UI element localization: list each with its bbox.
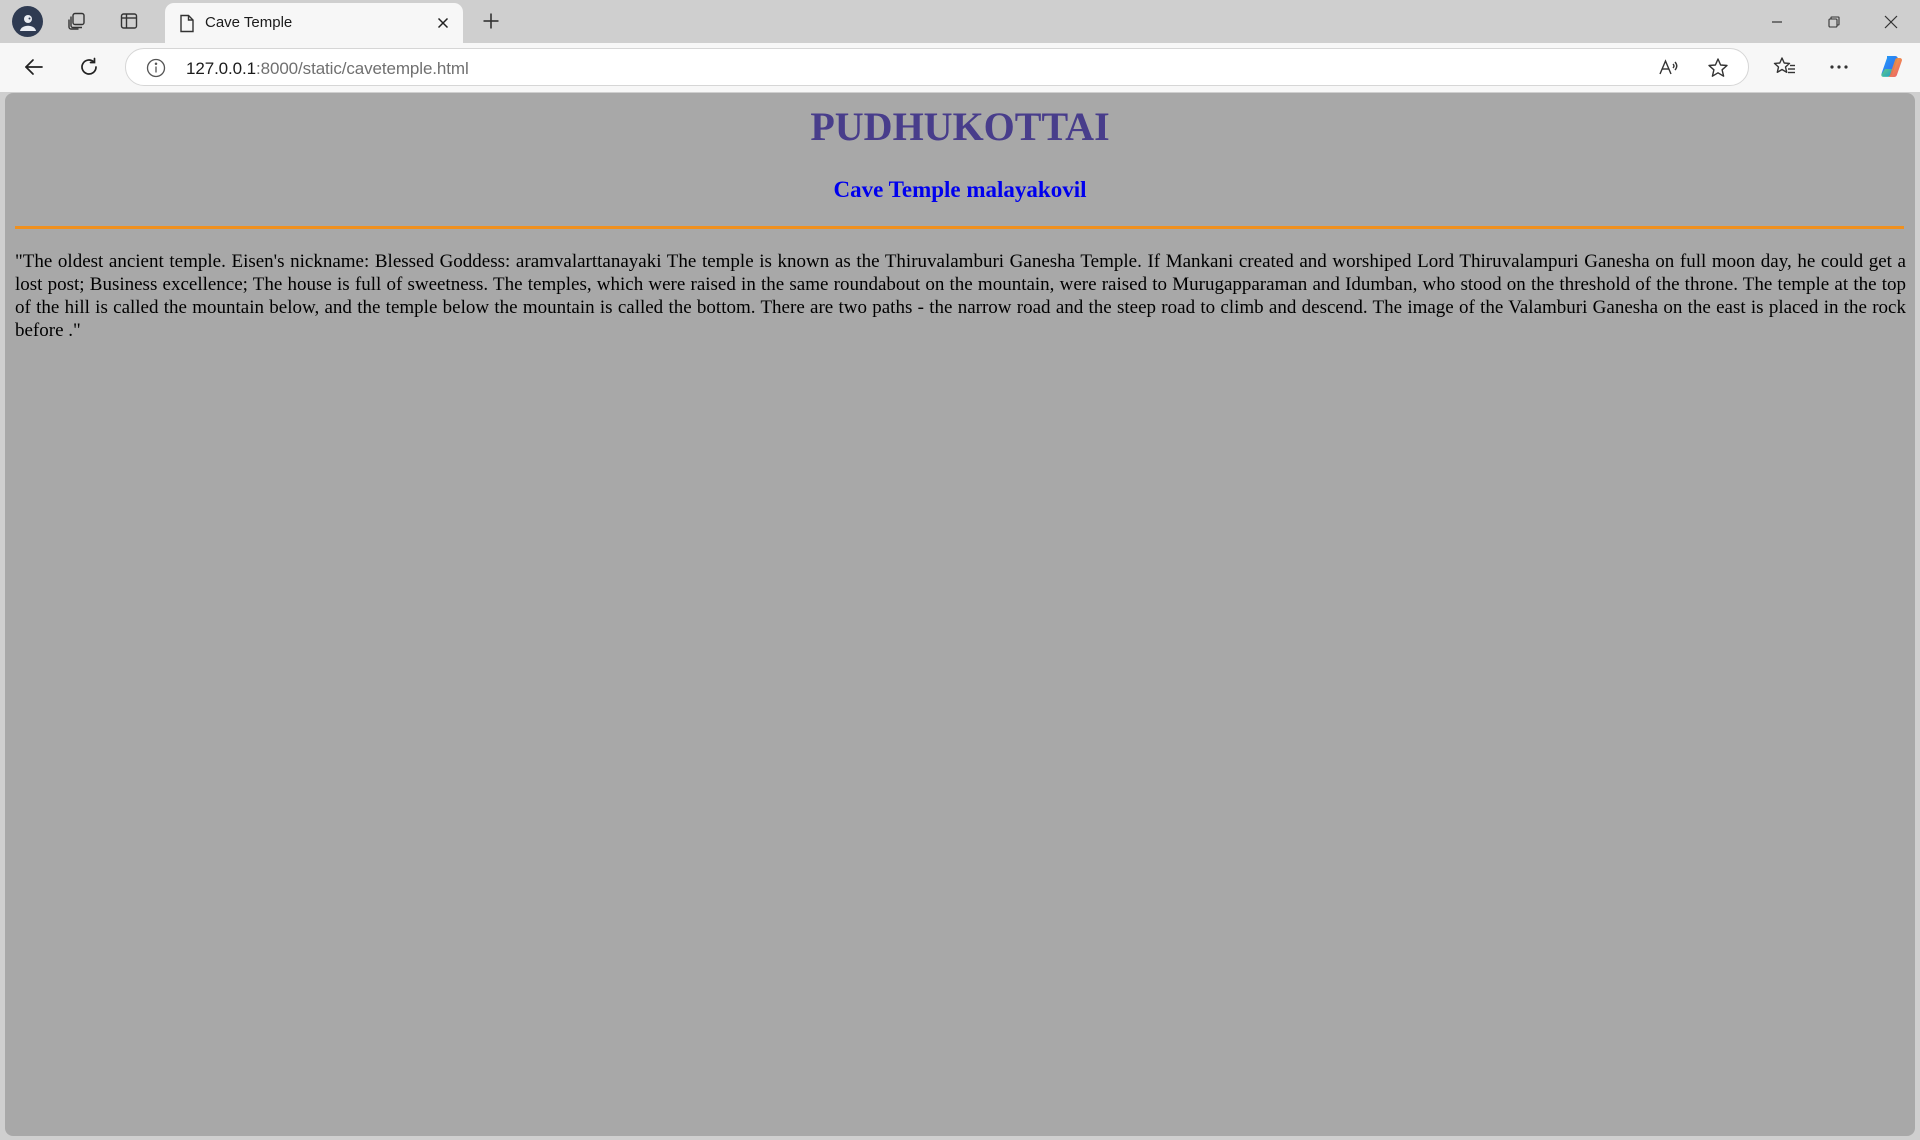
browser-toolbar: 127.0.0.1:8000/static/cavetemple.html: [0, 43, 1920, 92]
new-tab-icon[interactable]: [474, 5, 508, 37]
more-icon[interactable]: [1820, 49, 1858, 85]
minimize-icon[interactable]: [1748, 0, 1805, 43]
page-title: PUDHUKOTTAI: [810, 104, 1110, 149]
copilot-icon[interactable]: [1873, 49, 1911, 85]
temple-description: "The oldest ancient temple. Eisen's nick…: [15, 251, 1906, 341]
horizontal-rule: [15, 226, 1904, 229]
workspaces-icon[interactable]: [60, 5, 94, 37]
address-bar[interactable]: 127.0.0.1:8000/static/cavetemple.html: [125, 48, 1749, 86]
page-subtitle: Cave Temple malayakovil: [833, 177, 1087, 202]
back-arrow-icon[interactable]: [15, 49, 53, 85]
tab-title: Cave Temple: [205, 14, 293, 31]
url-text[interactable]: 127.0.0.1:8000/static/cavetemple.html: [186, 59, 469, 79]
info-icon[interactable]: [146, 58, 166, 78]
tab-actions-icon[interactable]: [112, 5, 146, 37]
favorites-icon[interactable]: [1766, 49, 1804, 85]
close-icon[interactable]: [431, 11, 455, 35]
document-icon: [179, 14, 195, 33]
tab-cave-temple[interactable]: Cave Temple: [165, 3, 463, 43]
url-path: :8000/static/cavetemple.html: [256, 59, 469, 78]
star-icon[interactable]: [1707, 57, 1729, 79]
close-window-icon[interactable]: [1862, 0, 1919, 43]
restore-icon[interactable]: [1805, 0, 1862, 43]
url-host: 127.0.0.1: [186, 59, 256, 78]
read-aloud-icon[interactable]: [1657, 57, 1679, 79]
profile-avatar-icon[interactable]: [12, 6, 43, 37]
refresh-icon[interactable]: [70, 49, 108, 85]
page-viewport: PUDHUKOTTAI Cave Temple malayakovil "The…: [5, 93, 1915, 1136]
tab-strip: Cave Temple: [0, 0, 1920, 43]
